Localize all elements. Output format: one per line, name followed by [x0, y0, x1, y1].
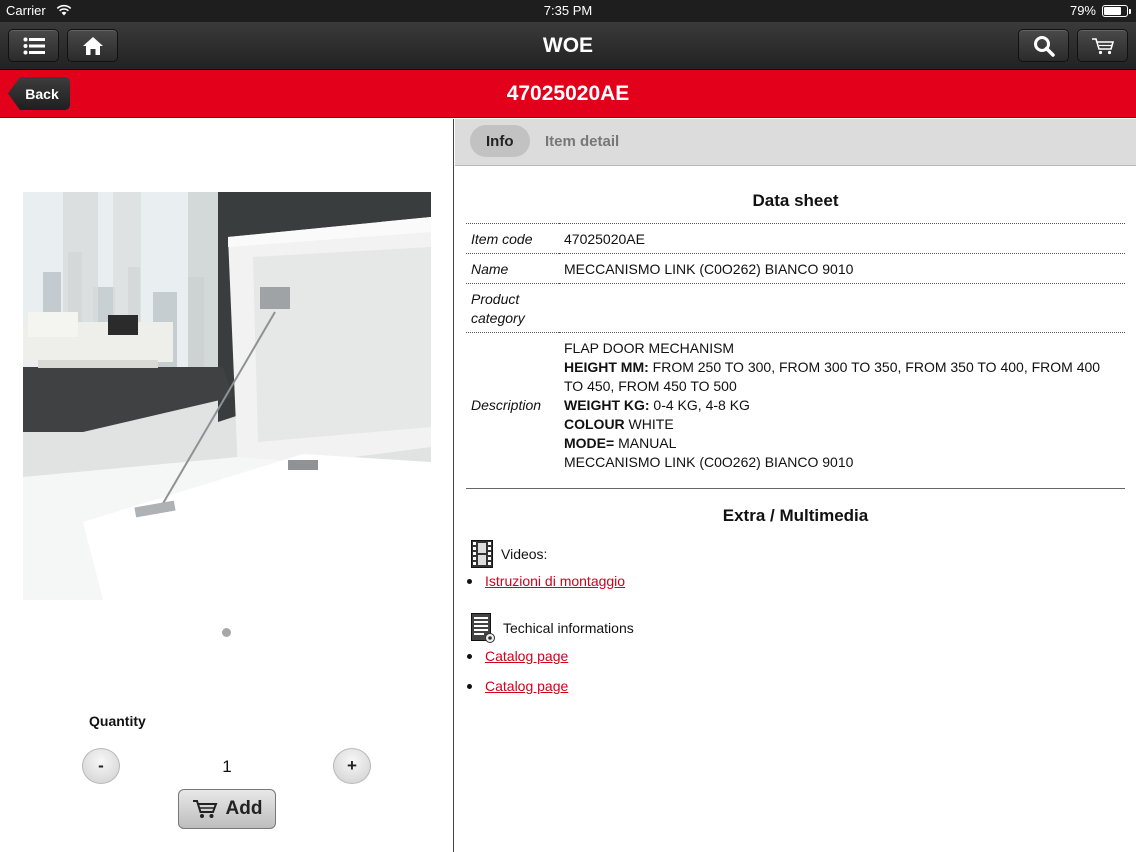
mode-key: MODE=	[564, 435, 615, 451]
decrement-button[interactable]: -	[82, 748, 120, 784]
product-info-panel: Info Item detail Data sheet Item code 47…	[455, 119, 1136, 852]
weight-value: 0-4 KG, 4-8 KG	[649, 397, 750, 413]
battery-icon	[1102, 5, 1131, 17]
tab-item-detail[interactable]: Item detail	[529, 125, 635, 157]
cart-icon	[1091, 37, 1114, 54]
table-row: Name MECCANISMO LINK (C0O262) BIANCO 901…	[466, 253, 1125, 284]
weight-key: WEIGHT KG:	[564, 397, 650, 413]
datasheet-title: Data sheet	[752, 191, 839, 210]
search-button[interactable]	[1018, 29, 1069, 62]
table-row: Item code 47025020AE	[466, 223, 1125, 254]
colour-key: COLOUR	[564, 416, 625, 432]
quantity-label: Quantity	[89, 713, 146, 729]
category-value	[559, 283, 1125, 333]
description-value: FLAP DOOR MECHANISM HEIGHT MM: FROM 250 …	[559, 332, 1125, 489]
multimedia-title: Extra / Multimedia	[722, 506, 869, 525]
catalog-page-link[interactable]: Catalog page	[466, 648, 568, 664]
datasheet-table: Item code 47025020AE Name MECCANISMO LIN…	[466, 223, 1125, 489]
description-line: MODE= MANUAL	[564, 434, 1120, 453]
category-label: Product category	[466, 283, 559, 333]
clock: 7:35 PM	[543, 3, 593, 18]
product-image-panel: Quantity - 1 + Add	[0, 119, 454, 852]
increment-button[interactable]: +	[333, 748, 371, 784]
top-navbar: WOE	[0, 22, 1136, 70]
description-line: HEIGHT MM: FROM 250 TO 300, FROM 300 TO …	[564, 358, 1120, 396]
battery-percent: 79%	[1069, 3, 1096, 18]
product-header: Back 47025020AE	[0, 70, 1136, 118]
cart-button[interactable]	[1077, 29, 1128, 62]
add-to-cart-button[interactable]: Add	[178, 789, 276, 829]
description-line: COLOUR WHITE	[564, 415, 1120, 434]
cart-icon	[192, 800, 217, 818]
item-code-value: 47025020AE	[559, 223, 1125, 254]
tab-bar: Info Item detail	[455, 119, 1136, 166]
product-photo-illustration	[23, 192, 431, 600]
image-pager-dot[interactable]	[222, 628, 231, 637]
film-icon	[471, 540, 493, 568]
videos-label: Videos:	[501, 546, 548, 562]
tech-info-section: Techical informations	[471, 613, 634, 643]
item-code-label: Item code	[466, 223, 559, 254]
colour-value: WHITE	[624, 416, 674, 432]
description-line: FLAP DOOR MECHANISM	[564, 340, 735, 356]
document-icon	[471, 613, 495, 643]
table-row: Description FLAP DOOR MECHANISM HEIGHT M…	[466, 332, 1125, 489]
catalog-page-link[interactable]: Catalog page	[466, 678, 568, 694]
add-button-label: Add	[225, 798, 263, 819]
mode-value: MANUAL	[614, 435, 677, 451]
description-line: WEIGHT KG: 0-4 KG, 4-8 KG	[564, 396, 1120, 415]
height-key: HEIGHT MM:	[564, 359, 649, 375]
battery-fill	[1104, 7, 1121, 15]
video-link-istruzioni[interactable]: Istruzioni di montaggio	[466, 573, 625, 589]
table-row: Product category	[466, 283, 1125, 333]
app-title: WOE	[542, 34, 594, 57]
product-code-title: 47025020AE	[506, 82, 630, 105]
tab-info[interactable]: Info	[470, 125, 530, 157]
description-label: Description	[466, 332, 559, 489]
name-label: Name	[466, 253, 559, 284]
videos-section: Videos:	[471, 540, 547, 568]
name-value: MECCANISMO LINK (C0O262) BIANCO 9010	[559, 253, 1125, 284]
quantity-value[interactable]: 1	[200, 757, 254, 777]
description-line: MECCANISMO LINK (C0O262) BIANCO 9010	[564, 454, 854, 470]
product-photo[interactable]	[23, 192, 431, 600]
search-icon	[1033, 35, 1055, 57]
status-bar: Carrier 7:35 PM 79%	[0, 0, 1136, 22]
tech-info-label: Techical informations	[503, 620, 634, 636]
